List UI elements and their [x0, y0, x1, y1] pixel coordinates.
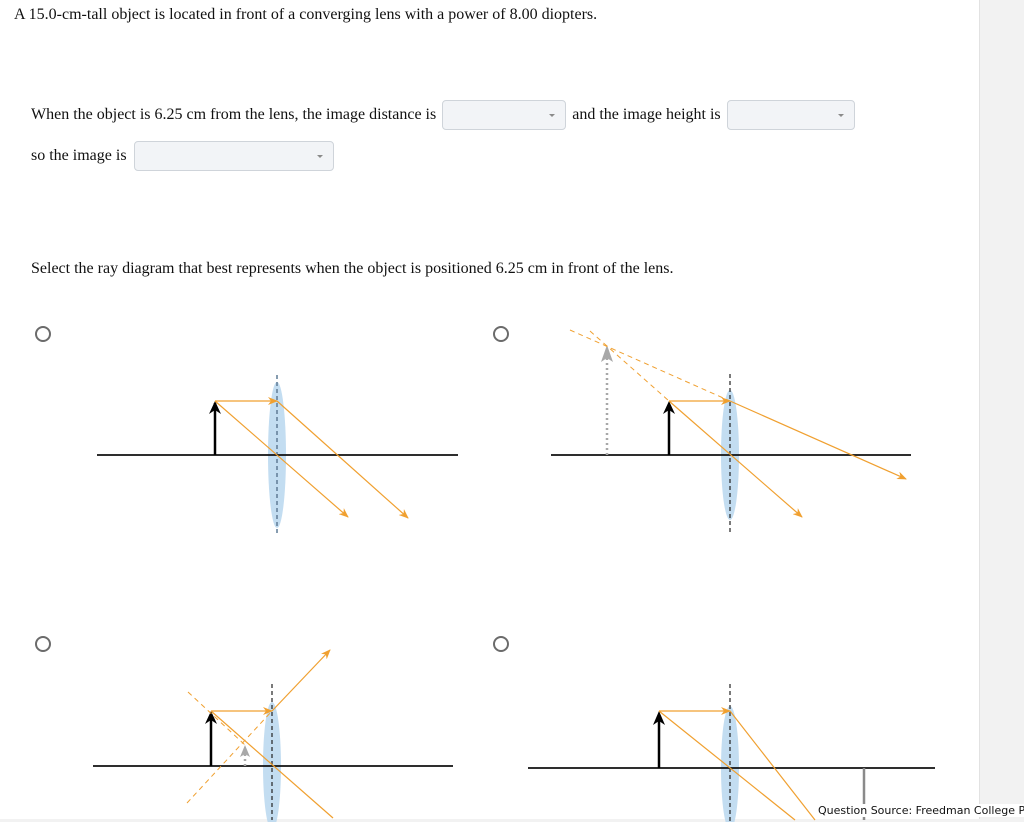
ray-extension-2 [186, 710, 273, 804]
line1-middle: and the image height is [572, 106, 721, 123]
ray-extension-1 [187, 691, 246, 746]
ray-refracted [729, 400, 907, 480]
chevron-down-icon [316, 155, 323, 158]
ray-extension-2 [589, 330, 670, 402]
answer-line-2: so the image is [31, 141, 340, 171]
line2-prefix: so the image is [31, 147, 127, 164]
diagram-d [528, 684, 935, 822]
question-source: Question Source: Freedman College Phys [818, 804, 1024, 817]
option-a-radio[interactable] [35, 326, 51, 342]
ray-center [668, 400, 803, 518]
ray-diagram-prompt: Select the ray diagram that best represe… [31, 260, 674, 277]
lens [721, 390, 739, 520]
diagram-b [551, 329, 911, 534]
image-height-dropdown[interactable] [726, 100, 855, 130]
ray-center [214, 400, 349, 518]
image-type-dropdown[interactable] [133, 141, 334, 171]
lens [721, 706, 739, 822]
chevron-down-icon [837, 114, 844, 117]
image-distance-dropdown[interactable] [442, 100, 567, 130]
option-c-radio[interactable] [35, 636, 51, 652]
ray-extension-1 [569, 329, 731, 402]
diagram-c [93, 649, 453, 822]
line1-prefix: When the object is 6.25 cm from the lens… [31, 106, 437, 123]
option-b-radio[interactable] [493, 326, 509, 342]
lens [263, 702, 281, 822]
diagram-a [97, 375, 458, 534]
ray-refracted [271, 649, 331, 712]
ray-center [658, 710, 796, 821]
ray-center [210, 710, 334, 819]
question-intro: A 15.0-cm-tall object is located in fron… [14, 6, 598, 23]
chevron-down-icon [549, 114, 556, 117]
right-panel [979, 0, 1024, 822]
option-d-radio[interactable] [493, 636, 509, 652]
object-arrow-head [653, 711, 665, 725]
object-arrow-head [663, 401, 675, 414]
object-arrow-head [205, 711, 217, 724]
answer-line-1: When the object is 6.25 cm from the lens… [31, 100, 861, 130]
ray-refracted [729, 710, 816, 821]
lens [268, 382, 286, 528]
virtual-image-head [601, 345, 613, 362]
virtual-image-head [240, 745, 250, 757]
ray-refracted [276, 400, 409, 519]
object-arrow-head [209, 401, 221, 414]
